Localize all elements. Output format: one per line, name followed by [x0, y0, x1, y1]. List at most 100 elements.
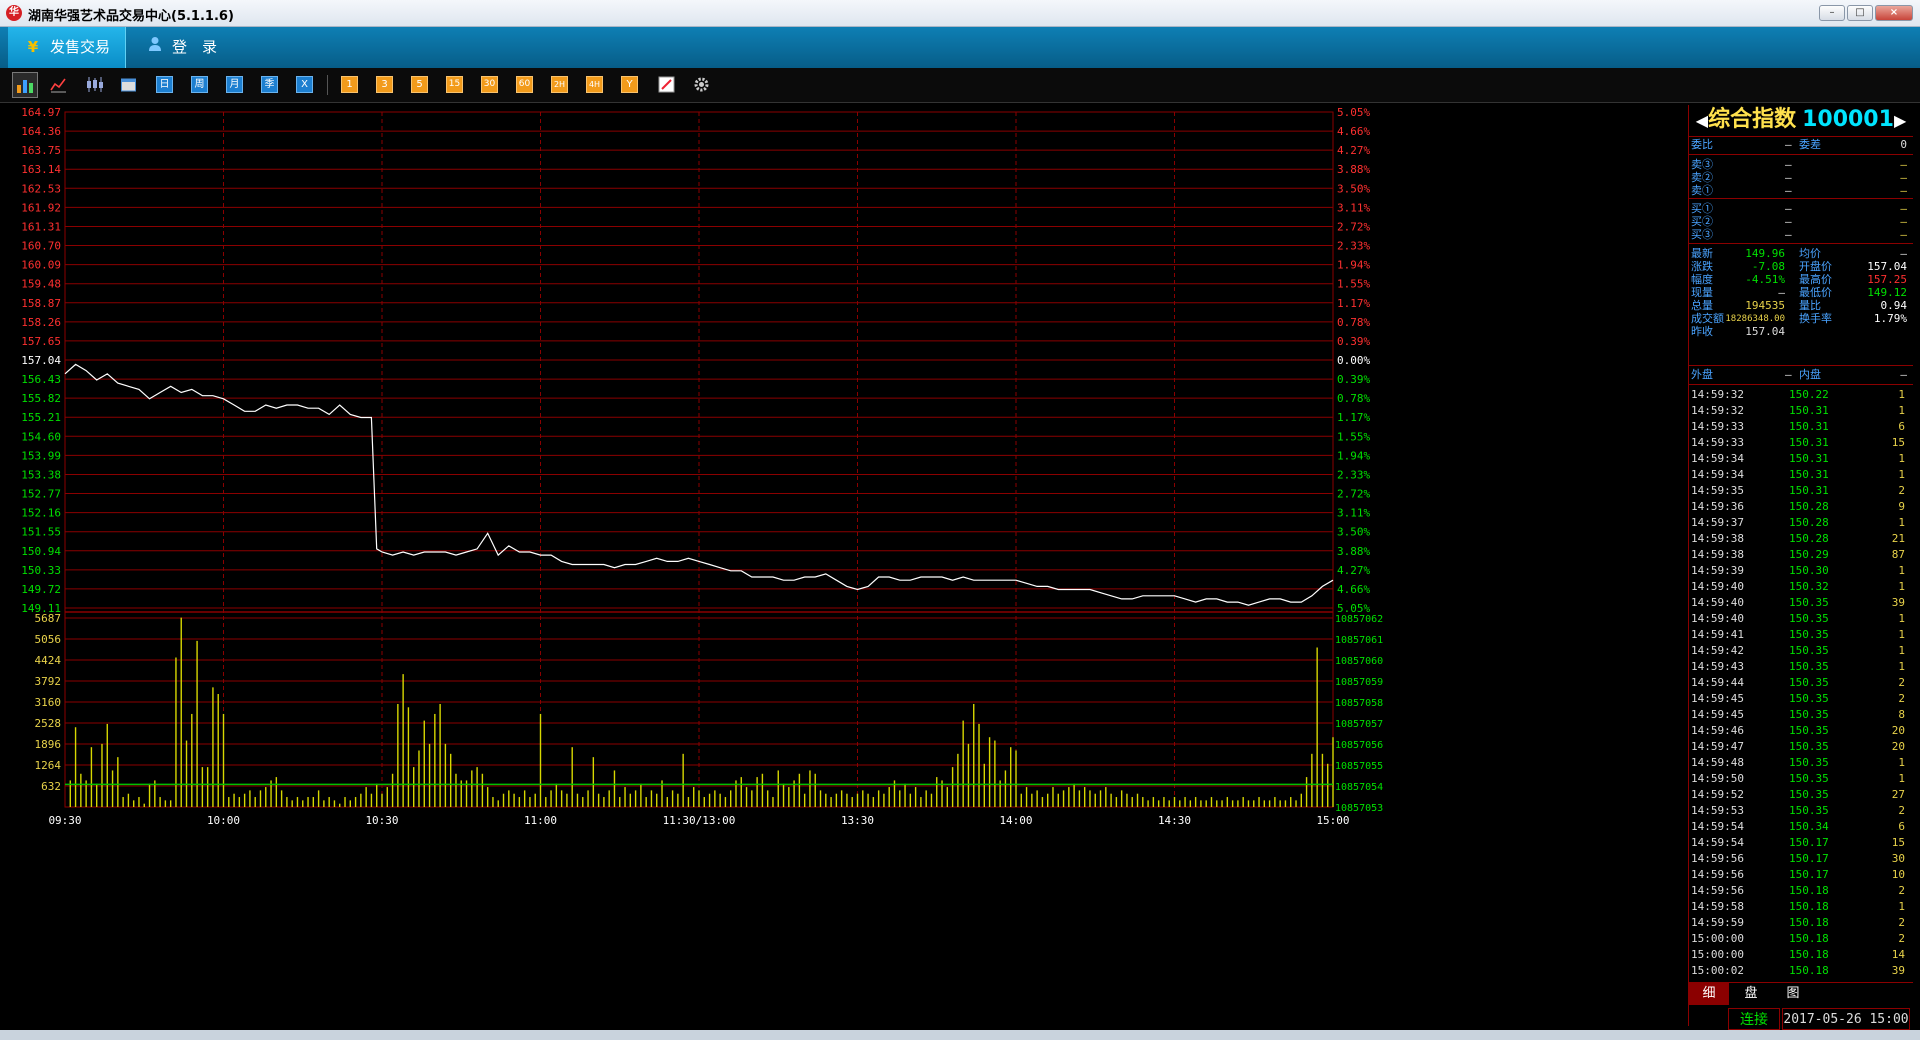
percent-tick-label: 0.00%	[1337, 354, 1370, 367]
tick-time: 14:59:40	[1691, 580, 1744, 593]
tick-row: 14:59:40 150.35 1	[1689, 611, 1913, 627]
status-datetime: 2017-05-26 15:00	[1782, 1008, 1910, 1030]
line-chart-button[interactable]	[50, 76, 67, 93]
timeshare-chart-button[interactable]	[12, 72, 38, 98]
tick-time: 14:59:54	[1691, 820, 1744, 833]
settings-button[interactable]	[693, 76, 710, 93]
period-quarter-button[interactable]: 季	[261, 76, 278, 93]
tick-price: 150.35	[1789, 612, 1829, 625]
period-year-button[interactable]: Y	[621, 76, 638, 93]
time-axis-label: 10:30	[365, 814, 398, 827]
tick-row: 15:00:00 150.18 14	[1689, 947, 1913, 963]
tick-row: 14:59:36 150.28 9	[1689, 499, 1913, 515]
tick-price: 150.18	[1789, 932, 1829, 945]
calendar-icon	[121, 78, 136, 92]
bid-price: —	[1785, 228, 1792, 241]
tick-row: 14:59:46 150.35 20	[1689, 723, 1913, 739]
tick-price: 150.31	[1789, 420, 1829, 433]
tick-row: 14:59:56 150.18 2	[1689, 883, 1913, 899]
volume-tick-label: 4424	[35, 654, 62, 667]
percent-tick-label: 3.11%	[1337, 507, 1370, 520]
tick-volume: 20	[1891, 740, 1905, 753]
ask-level-label: 卖①	[1691, 184, 1713, 197]
instrument-name: 综合指数	[1708, 107, 1797, 132]
prev-instrument-icon[interactable]: ◀	[1696, 111, 1708, 130]
draw-tool-button[interactable]	[658, 76, 675, 93]
period-1min-button[interactable]: 1	[341, 76, 358, 93]
tick-time: 14:59:56	[1691, 884, 1744, 897]
tick-time: 14:59:38	[1691, 532, 1744, 545]
period-2h-button[interactable]: 2H	[551, 76, 568, 93]
prev-close-row: 昨收 157.04	[1689, 324, 1913, 340]
intraday-chart[interactable]: 164.97 5.05% 164.36 4.66% 163.75 4.27% 163.14 3…	[8, 105, 1687, 1007]
tick-time: 14:59:37	[1691, 516, 1744, 529]
volume-right-tick-label: 10857062	[1335, 614, 1383, 625]
tab-sale-trading-label: 发售交易	[50, 38, 111, 56]
kline-button[interactable]	[85, 76, 105, 93]
tick-time: 14:59:33	[1691, 420, 1744, 433]
tick-time: 14:59:48	[1691, 756, 1744, 769]
tick-row: 14:59:41 150.35 1	[1689, 627, 1913, 643]
minimize-button[interactable]: –	[1819, 5, 1845, 21]
tick-price: 150.35	[1789, 740, 1829, 753]
period-4h-button[interactable]: 4H	[586, 76, 603, 93]
tick-row: 14:59:50 150.35 1	[1689, 771, 1913, 787]
price-tick-label: 156.43	[21, 373, 61, 386]
app-logo-icon: 华	[6, 5, 22, 21]
time-axis-label: 11:00	[524, 814, 557, 827]
period-month-button[interactable]: 月	[226, 76, 243, 93]
period-3min-button[interactable]: 3	[376, 76, 393, 93]
tick-volume: 1	[1898, 564, 1905, 577]
percent-tick-label: 2.72%	[1337, 488, 1370, 501]
tick-row: 14:59:42 150.35 1	[1689, 643, 1913, 659]
tick-price: 150.18	[1789, 900, 1829, 913]
tab-sale-trading[interactable]: ¥ 发售交易	[8, 27, 126, 68]
percent-tick-label: 3.88%	[1337, 545, 1370, 558]
percent-tick-label: 1.17%	[1337, 411, 1370, 424]
tab-chart[interactable]: 图	[1773, 983, 1813, 1005]
tick-volume: 2	[1898, 676, 1905, 689]
tick-row: 14:59:34 150.31 1	[1689, 467, 1913, 483]
tick-time: 15:00:00	[1691, 948, 1744, 961]
tick-row: 14:59:44 150.35 2	[1689, 675, 1913, 691]
tick-price: 150.35	[1789, 692, 1829, 705]
period-week-button[interactable]: 周	[191, 76, 208, 93]
period-30min-button[interactable]: 30	[481, 76, 498, 93]
tick-time: 14:59:46	[1691, 724, 1744, 737]
tab-ticks[interactable]: 细	[1689, 983, 1729, 1005]
price-tick-label: 163.75	[21, 144, 61, 157]
tick-price: 150.31	[1789, 404, 1829, 417]
tick-row: 14:59:32 150.31 1	[1689, 403, 1913, 419]
period-15min-button[interactable]: 15	[446, 76, 463, 93]
period-5min-button[interactable]: 5	[411, 76, 428, 93]
tick-time: 14:59:47	[1691, 740, 1744, 753]
tick-price: 150.29	[1789, 548, 1829, 561]
period-60min-button[interactable]: 60	[516, 76, 533, 93]
calendar-button[interactable]	[120, 76, 137, 93]
tick-volume: 2	[1898, 932, 1905, 945]
bid-row: 买③ — —	[1689, 227, 1913, 243]
period-day-button[interactable]: 日	[156, 76, 173, 93]
price-tick-label: 150.33	[21, 564, 61, 577]
period-x-button[interactable]: X	[296, 76, 313, 93]
tick-price: 150.35	[1789, 804, 1829, 817]
maximize-button[interactable]: □	[1847, 5, 1873, 21]
percent-tick-label: 5.05%	[1337, 106, 1370, 119]
volume-tick-label: 1896	[35, 738, 62, 751]
tick-time: 14:59:39	[1691, 564, 1744, 577]
tick-price: 150.35	[1789, 772, 1829, 785]
tick-time: 14:59:34	[1691, 468, 1744, 481]
price-tick-label: 150.94	[21, 545, 61, 558]
tab-orderbook[interactable]: 盘	[1731, 983, 1771, 1005]
panel-divider	[1689, 198, 1913, 199]
price-tick-label: 157.04	[21, 354, 61, 367]
inner-value: —	[1900, 368, 1907, 381]
tab-login[interactable]: 登 录	[140, 27, 240, 68]
window-bottom-border	[0, 1030, 1920, 1040]
next-instrument-icon[interactable]: ▶	[1894, 111, 1906, 130]
price-tick-label: 161.31	[21, 220, 61, 233]
volume-right-tick-label: 10857057	[1335, 719, 1383, 730]
bar-chart-icon	[17, 80, 33, 93]
close-button[interactable]: ×	[1875, 5, 1913, 21]
volume-right-tick-label: 10857053	[1335, 803, 1383, 814]
